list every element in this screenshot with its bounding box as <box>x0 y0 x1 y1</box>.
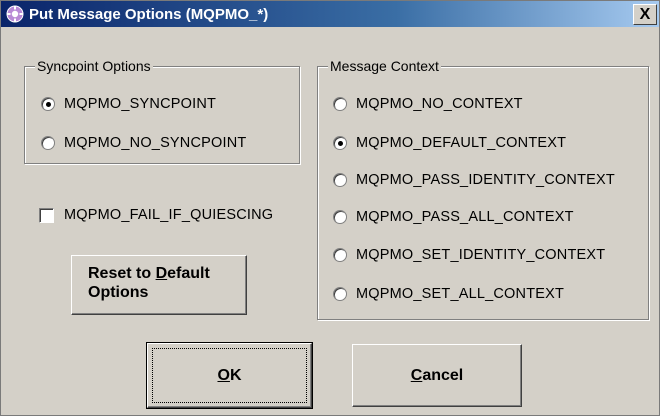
ok-button[interactable]: OK <box>146 342 313 409</box>
radio-button-checked[interactable] <box>41 97 55 111</box>
message-context-title: Message Context <box>328 58 441 74</box>
radio-label: MQPMO_NO_CONTEXT <box>356 96 523 112</box>
radio-set-identity-context[interactable]: MQPMO_SET_IDENTITY_CONTEXT <box>333 247 605 263</box>
radio-button[interactable] <box>333 210 347 224</box>
radio-syncpoint[interactable]: MQPMO_SYNCPOINT <box>41 96 216 112</box>
radio-label: MQPMO_DEFAULT_CONTEXT <box>356 135 567 151</box>
ok-label-mnemonic: O <box>217 366 230 384</box>
radio-pass-identity-context[interactable]: MQPMO_PASS_IDENTITY_CONTEXT <box>333 172 615 188</box>
radio-no-syncpoint[interactable]: MQPMO_NO_SYNCPOINT <box>41 135 246 151</box>
radio-button[interactable] <box>333 173 347 187</box>
checkbox-fail-if-quiescing[interactable]: MQPMO_FAIL_IF_QUIESCING <box>39 207 273 223</box>
reset-label-mnemonic: D <box>155 265 168 282</box>
radio-button[interactable] <box>333 287 347 301</box>
close-icon: X <box>639 6 651 23</box>
reset-label-part: efault <box>167 265 210 282</box>
radio-button-checked[interactable] <box>333 136 347 150</box>
syncpoint-options-title: Syncpoint Options <box>35 58 153 74</box>
reset-to-default-button[interactable]: Reset to Default Options <box>71 255 247 315</box>
title-bar[interactable]: Put Message Options (MQPMO_*) <box>1 1 659 27</box>
radio-button[interactable] <box>333 97 347 111</box>
radio-pass-all-context[interactable]: MQPMO_PASS_ALL_CONTEXT <box>333 209 574 225</box>
radio-label: MQPMO_NO_SYNCPOINT <box>64 135 247 151</box>
close-button[interactable]: X <box>633 4 657 25</box>
radio-button[interactable] <box>41 136 55 150</box>
radio-no-context[interactable]: MQPMO_NO_CONTEXT <box>333 96 523 112</box>
put-message-options-dialog: Put Message Options (MQPMO_*) X Syncpoin… <box>0 0 660 416</box>
checkbox-label: MQPMO_FAIL_IF_QUIESCING <box>64 207 274 223</box>
cancel-label: ancel <box>422 366 464 384</box>
mq-gear-icon <box>6 5 24 23</box>
radio-label: MQPMO_SET_ALL_CONTEXT <box>356 286 565 302</box>
radio-default-context[interactable]: MQPMO_DEFAULT_CONTEXT <box>333 135 566 151</box>
radio-label: MQPMO_SET_IDENTITY_CONTEXT <box>356 247 606 263</box>
cancel-button[interactable]: Cancel <box>352 344 522 407</box>
window-title: Put Message Options (MQPMO_*) <box>29 5 269 23</box>
reset-label-part: Reset to <box>88 265 156 282</box>
ok-label: K <box>229 366 242 384</box>
reset-label-line2: Options <box>88 284 149 301</box>
radio-label: MQPMO_PASS_IDENTITY_CONTEXT <box>356 172 615 188</box>
checkbox[interactable] <box>39 207 54 223</box>
radio-button[interactable] <box>333 248 347 262</box>
cancel-label-mnemonic: C <box>410 366 423 384</box>
radio-set-all-context[interactable]: MQPMO_SET_ALL_CONTEXT <box>333 286 564 302</box>
radio-label: MQPMO_PASS_ALL_CONTEXT <box>356 209 574 225</box>
radio-label: MQPMO_SYNCPOINT <box>64 96 217 112</box>
